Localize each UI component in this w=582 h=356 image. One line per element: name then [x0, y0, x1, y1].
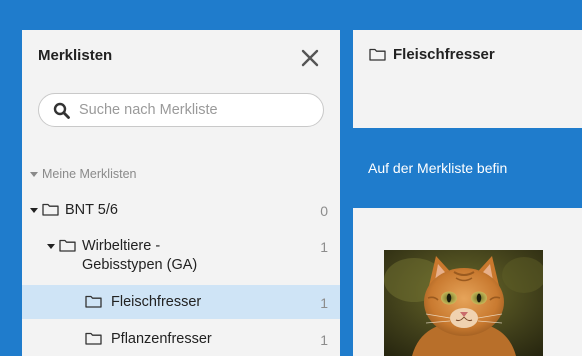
- merklisten-panel: Merklisten Meine Merklisten BNT 5/6 0: [22, 30, 340, 356]
- item-count: 1: [320, 239, 328, 255]
- tree-item-label-wrap: Wirbeltiere - Gebisstypen (GA): [82, 237, 197, 275]
- search-icon: [53, 102, 70, 119]
- item-count: 1: [320, 332, 328, 348]
- folder-icon: [85, 295, 102, 308]
- caret-down-icon: [30, 208, 38, 213]
- list-content: [353, 208, 582, 356]
- folder-icon: [369, 48, 386, 61]
- tree-item-label: Pflanzenfresser: [111, 331, 212, 347]
- item-count: 0: [320, 203, 328, 219]
- panel-header: Merklisten: [22, 30, 340, 86]
- close-icon: [301, 49, 319, 67]
- folder-icon: [59, 239, 76, 252]
- section-my-lists[interactable]: Meine Merklisten: [30, 167, 136, 181]
- folder-icon: [42, 203, 59, 216]
- close-button[interactable]: [294, 42, 326, 74]
- list-header: Fleischfresser: [353, 30, 582, 128]
- cat-photo[interactable]: [384, 250, 543, 356]
- tree-item-bnt[interactable]: BNT 5/6 0: [22, 195, 340, 225]
- search-box: [38, 93, 324, 127]
- tree-item-label: Fleischfresser: [111, 294, 202, 310]
- panel-title: Merklisten: [38, 47, 113, 64]
- cat-image: [384, 250, 543, 356]
- item-count: 1: [320, 295, 328, 311]
- info-banner: Auf der Merkliste befin: [353, 128, 582, 208]
- tree-item-wirbeltiere[interactable]: Wirbeltiere - Gebisstypen (GA) 1: [22, 231, 340, 285]
- tree-item-label-line1: Wirbeltiere -: [82, 238, 161, 254]
- info-text: Auf der Merkliste befin: [368, 160, 508, 176]
- caret-down-icon: [30, 171, 38, 177]
- tree-item-label: BNT 5/6: [65, 202, 118, 218]
- list-title-text: Fleischfresser: [393, 46, 495, 63]
- list-title: Fleischfresser: [369, 46, 495, 63]
- search-input[interactable]: [79, 98, 315, 122]
- tree-item-pflanzenfresser[interactable]: Pflanzenfresser 1: [22, 323, 340, 356]
- folder-icon: [85, 332, 102, 345]
- tree-item-fleischfresser[interactable]: Fleischfresser 1: [22, 285, 340, 319]
- caret-down-icon: [47, 244, 55, 249]
- section-label: Meine Merklisten: [42, 167, 137, 181]
- tree-item-label-line2: Gebisstypen (GA): [82, 257, 198, 273]
